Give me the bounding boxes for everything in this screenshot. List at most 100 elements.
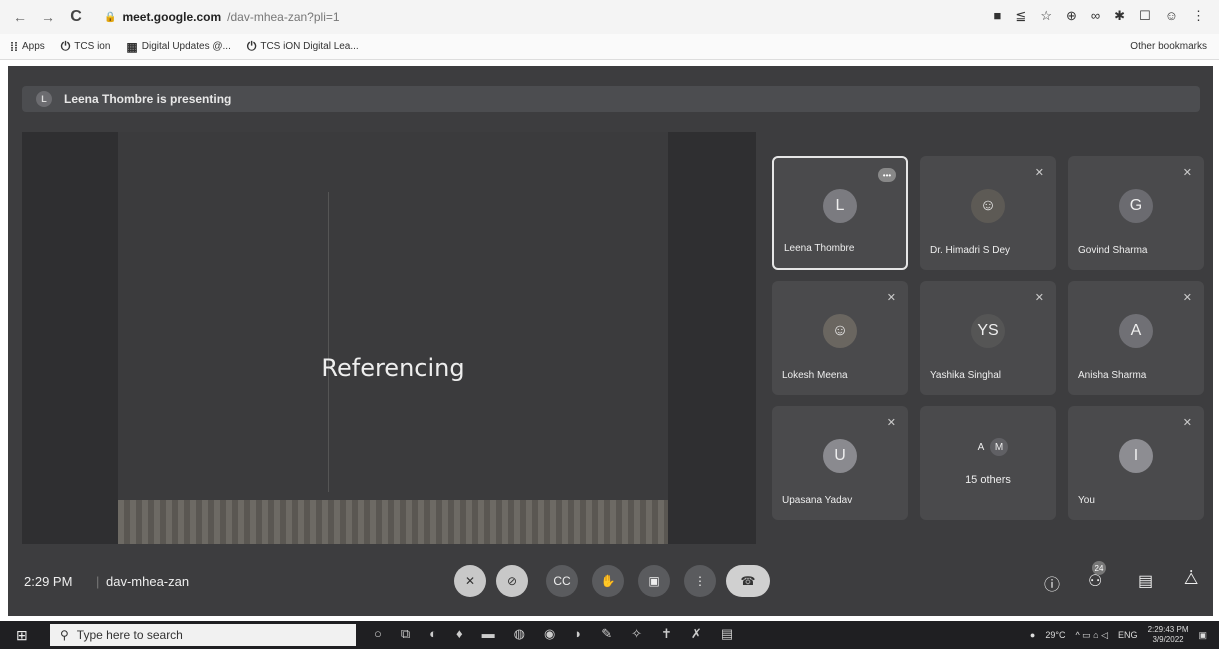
participant-tile-others[interactable]: A M 15 others (920, 406, 1056, 520)
presenter-avatar: L (36, 91, 52, 107)
mini-avatar: A (972, 438, 990, 456)
people-icon[interactable]: 24 ⚇ (1088, 561, 1106, 591)
ext-icon-3[interactable]: ⊕ (1066, 8, 1077, 24)
apps-grid-icon: ⁞⁞ (10, 39, 18, 54)
participant-tile-leena[interactable]: ••• L Leena Thombre (772, 156, 908, 270)
participant-name: Dr. Himadri S Dey (930, 245, 1011, 256)
app-icon[interactable]: ♦ (456, 626, 463, 642)
system-tray: ● 29°C ^ ▭ ⌂ ◁ ENG 2:29:43 PM 3/9/2022 ▣ (1030, 625, 1207, 645)
meet-control-bar: 2:29 PM | dav-mhea-zan ✕ ⊘ CC ✋ ▣ ⋮ ☎ ⓘ … (8, 561, 1213, 601)
edge-icon[interactable]: ◍ (514, 626, 525, 642)
present-button[interactable]: ▣ (638, 565, 670, 597)
avatar: I (1119, 439, 1153, 474)
mini-avatar: M (990, 438, 1008, 456)
captions-button[interactable]: CC (546, 565, 578, 597)
weather-temp[interactable]: 29°C (1045, 630, 1065, 640)
ext-icon-4[interactable]: ∞ (1091, 8, 1100, 24)
participant-tile-anisha[interactable]: ✕ A Anisha Sharma (1068, 281, 1204, 395)
bookmark-digital-updates[interactable]: ▦ Digital Updates @... (126, 40, 230, 54)
forward-icon[interactable]: → (40, 9, 56, 25)
participant-tile-upasana[interactable]: ✕ U Upasana Yadav (772, 406, 908, 520)
participant-tile-lokesh[interactable]: ✕ ☺ Lokesh Meena (772, 281, 908, 395)
more-options-button[interactable]: ⋮ (684, 565, 716, 597)
presentation-stage: Referencing (22, 132, 756, 544)
clock-date: 3/9/2022 (1152, 635, 1184, 644)
bookmark-label: TCS ion (74, 41, 111, 52)
bookmark-tcs-ion[interactable]: ⏻ TCS ion (61, 39, 111, 54)
ext-icon-2[interactable]: ≦ (1015, 8, 1026, 24)
avatar: ☺ (971, 189, 1005, 224)
mic-off-icon: ✕ (1034, 167, 1044, 179)
other-bookmarks[interactable]: Other bookmarks (1130, 41, 1207, 52)
participant-tile-govind[interactable]: ✕ G Govind Sharma (1068, 156, 1204, 270)
tcs-icon: ⏻ (60, 39, 71, 53)
more-options-icon[interactable]: ••• (878, 168, 896, 182)
language-indicator[interactable]: ENG (1118, 630, 1138, 640)
raise-hand-button[interactable]: ✋ (592, 565, 624, 597)
participant-tile-himadri[interactable]: ✕ ☺ Dr. Himadri S Dey (920, 156, 1056, 270)
slide: Referencing (118, 132, 668, 544)
avatar: YS (971, 314, 1005, 349)
mic-off-icon: ✕ (1034, 292, 1044, 304)
taskbar-search-input[interactable]: ⚲ Type here to search (50, 624, 356, 646)
reload-icon[interactable]: C (68, 8, 84, 26)
app-icon[interactable]: ✝ (661, 626, 672, 642)
presenting-banner: L Leena Thombre is presenting (22, 86, 1200, 112)
avatar: U (823, 439, 857, 474)
excel-icon[interactable]: ✗ (691, 626, 702, 642)
tcs-icon: ⏻ (246, 39, 257, 53)
mic-off-icon: ✕ (1182, 167, 1192, 179)
tab-icon[interactable]: ☐ (1139, 8, 1151, 24)
app-icon[interactable]: ✎ (601, 626, 612, 642)
cortana-icon[interactable]: ○ (374, 626, 382, 642)
bookmark-label: Digital Updates @... (141, 41, 231, 52)
avatar: G (1119, 189, 1153, 224)
file-explorer-icon[interactable]: ▬ (482, 626, 495, 642)
menu-kebab-icon[interactable]: ⋮ (1192, 8, 1205, 24)
participant-name: Yashika Singhal (930, 370, 1001, 381)
task-view-icon[interactable]: ⧉ (401, 626, 410, 642)
leave-call-button[interactable]: ☎ (726, 565, 770, 597)
participant-name: Upasana Yadav (782, 495, 853, 506)
bookmark-star-icon[interactable]: ☆ (1040, 8, 1052, 24)
windows-start-icon[interactable]: ⊞ (16, 627, 28, 644)
ext-icon-1[interactable]: ■ (994, 8, 1002, 24)
participant-name: Lokesh Meena (782, 370, 848, 381)
address-bar[interactable]: 🔒 meet.google.com/dav-mhea-zan?pli=1 (104, 10, 340, 24)
tray-icons[interactable]: ^ ▭ ⌂ ◁ (1075, 630, 1108, 641)
url-host: meet.google.com (122, 10, 222, 24)
bookmark-apps[interactable]: ⁞⁞ Apps (10, 40, 45, 54)
camera-toggle-button[interactable]: ⊘ (496, 565, 528, 597)
chrome-icon[interactable]: ◉ (544, 626, 555, 642)
app-icon[interactable]: ✧ (631, 626, 642, 642)
clock-time: 2:29:43 PM (1147, 625, 1189, 634)
bookmark-tcs-ion-digital[interactable]: ⏻ TCS iON Digital Lea... (247, 39, 359, 54)
weather-icon: ● (1029, 630, 1036, 640)
slide-title: Referencing (321, 354, 465, 382)
bookmark-label: TCS iON Digital Lea... (260, 41, 359, 52)
clock[interactable]: 2:29:43 PM 3/9/2022 (1148, 625, 1189, 645)
app-icon[interactable]: ◗ (574, 626, 582, 642)
avatar: A (1119, 314, 1153, 349)
notifications-icon[interactable]: ▣ (1198, 630, 1207, 641)
mic-off-icon: ✕ (886, 417, 896, 429)
meeting-code: dav-mhea-zan (106, 573, 190, 589)
participant-name: Leena Thombre (784, 243, 855, 254)
info-icon[interactable]: ⓘ (1044, 571, 1060, 595)
extensions-puzzle-icon[interactable]: ✱ (1114, 8, 1125, 24)
participant-tile-you[interactable]: ✕ I You (1068, 406, 1204, 520)
participant-tile-yashika[interactable]: ✕ YS Yashika Singhal (920, 281, 1056, 395)
activities-icon[interactable]: ⧊ (1184, 571, 1198, 589)
slide-divider (328, 192, 329, 492)
participant-name: Govind Sharma (1078, 245, 1148, 256)
chat-icon[interactable]: ▤ (1138, 571, 1153, 591)
site-icon: ▦ (126, 39, 138, 54)
back-icon[interactable]: ← (12, 9, 28, 25)
mic-toggle-button[interactable]: ✕ (454, 565, 486, 597)
mic-off-icon: ✕ (886, 292, 896, 304)
profile-icon[interactable]: ☺ (1165, 8, 1178, 24)
taskbar-apps: ○ ⧉ ◐ ♦ ▬ ◍ ◉ ◗ ✎ ✧ ✝ ✗ ▤ (374, 626, 733, 642)
search-placeholder: Type here to search (76, 628, 183, 642)
app-icon[interactable]: ◐ (429, 626, 437, 642)
word-icon[interactable]: ▤ (721, 626, 733, 642)
